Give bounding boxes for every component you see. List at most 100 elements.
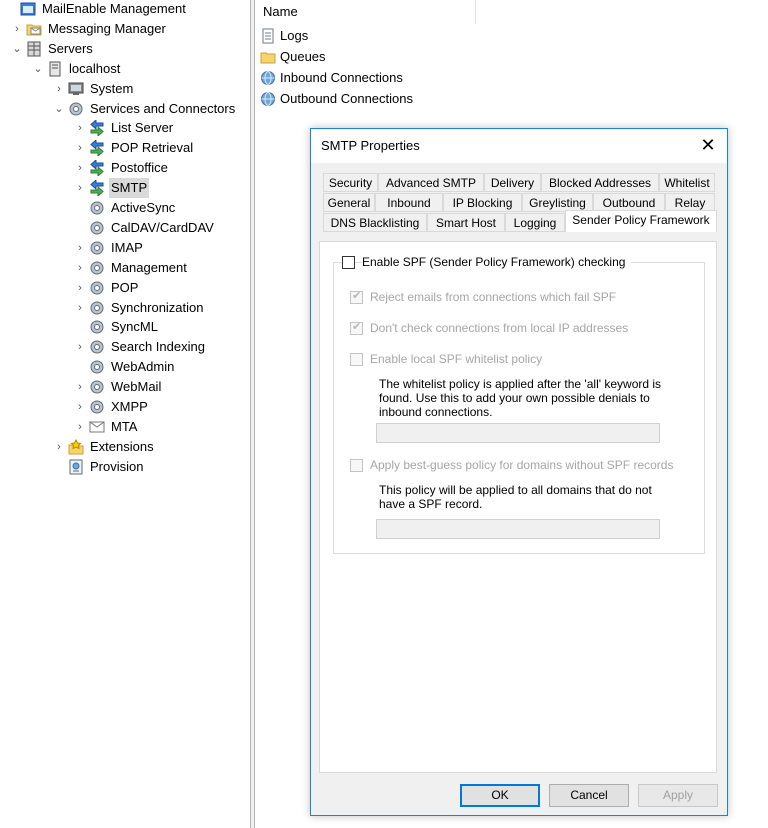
tree-item-label: System bbox=[90, 80, 134, 96]
list-item-label: Inbound Connections bbox=[280, 70, 403, 85]
no-expander bbox=[73, 218, 87, 238]
folder-icon bbox=[260, 52, 276, 64]
tab-whitelist[interactable]: Whitelist bbox=[659, 173, 715, 192]
chevron-right-icon[interactable]: › bbox=[52, 79, 66, 99]
chevron-down-icon[interactable]: ⌄ bbox=[31, 59, 45, 79]
chevron-right-icon[interactable]: › bbox=[73, 278, 87, 298]
apply-button[interactable]: Apply bbox=[638, 784, 718, 807]
tab-sender-policy-framework[interactable]: Sender Policy Framework bbox=[565, 210, 717, 232]
tree-item-label: Postoffice bbox=[111, 160, 168, 176]
tab-logging[interactable]: Logging bbox=[505, 213, 565, 232]
gear-icon bbox=[90, 281, 104, 295]
tab-general[interactable]: General bbox=[323, 193, 375, 212]
connector-arrows-icon bbox=[90, 140, 104, 157]
dont-check-local-label: Don't check connections from local IP ad… bbox=[370, 321, 629, 335]
chevron-right-icon[interactable]: › bbox=[52, 437, 66, 457]
tab-dns-blacklisting[interactable]: DNS Blacklisting bbox=[323, 213, 427, 232]
connector-arrows-icon bbox=[90, 180, 104, 197]
tree-item-label: Servers bbox=[48, 40, 93, 56]
tree-item-label: POP Retrieval bbox=[111, 140, 194, 156]
chevron-right-icon[interactable]: › bbox=[73, 118, 87, 138]
connector-arrows-icon bbox=[90, 120, 104, 137]
connector-arrows-icon bbox=[90, 160, 104, 177]
log-file-icon bbox=[262, 28, 274, 44]
tab-page: Enable SPF (Sender Policy Framework) che… bbox=[319, 241, 717, 773]
tab-blocked-addresses[interactable]: Blocked Addresses bbox=[541, 173, 659, 192]
best-guess-checkbox[interactable] bbox=[350, 459, 363, 472]
best-guess-label: Apply best-guess policy for domains with… bbox=[370, 458, 674, 472]
chevron-right-icon[interactable]: › bbox=[73, 377, 87, 397]
tree-pane: MailEnable Management › Messaging Manager ⌄… bbox=[0, 0, 250, 828]
close-icon[interactable]: ✕ bbox=[695, 133, 721, 159]
best-guess-policy-input[interactable] bbox=[376, 519, 660, 539]
chevron-right-icon[interactable]: › bbox=[10, 19, 24, 39]
ok-button[interactable]: OK bbox=[460, 784, 540, 807]
chevron-right-icon[interactable]: › bbox=[73, 238, 87, 258]
host-icon bbox=[49, 61, 61, 77]
mail-agent-icon bbox=[89, 421, 105, 433]
tab-delivery[interactable]: Delivery bbox=[484, 173, 541, 192]
tree-item-label: MTA bbox=[111, 418, 138, 434]
tree-item-label: Extensions bbox=[90, 438, 154, 454]
best-guess-note: This policy will be applied to all domai… bbox=[379, 483, 652, 511]
tree-item-label: ActiveSync bbox=[111, 200, 176, 215]
extensions-icon bbox=[68, 438, 84, 455]
chevron-right-icon[interactable]: › bbox=[73, 138, 87, 158]
globe-icon bbox=[261, 92, 275, 106]
tree-item-label: MailEnable Management bbox=[42, 1, 186, 16]
tree-item-label: SyncML bbox=[111, 319, 158, 335]
dialog-title: SMTP Properties bbox=[321, 138, 420, 153]
tab-advanced-smtp[interactable]: Advanced SMTP bbox=[378, 173, 484, 192]
chevron-right-icon[interactable]: › bbox=[73, 158, 87, 178]
tree-item-label: POP bbox=[111, 279, 139, 295]
gear-icon bbox=[90, 380, 104, 394]
chevron-down-icon[interactable]: ⌄ bbox=[52, 99, 66, 119]
gear-icon bbox=[90, 221, 104, 235]
gear-icon bbox=[90, 261, 104, 275]
spf-group-box: Enable SPF (Sender Policy Framework) che… bbox=[333, 255, 705, 554]
whitelist-policy-input[interactable] bbox=[376, 423, 660, 443]
chevron-right-icon[interactable]: › bbox=[73, 298, 87, 318]
tree-item-label: Search Indexing bbox=[111, 339, 205, 355]
reject-fail-checkbox[interactable]: ✔ bbox=[350, 290, 363, 304]
tree-item-label: IMAP bbox=[111, 239, 143, 255]
tab-smart-host[interactable]: Smart Host bbox=[427, 213, 505, 232]
list-item-label: Queues bbox=[280, 49, 326, 64]
gear-icon bbox=[90, 201, 104, 215]
tree-item-label: Provision bbox=[90, 458, 144, 474]
tree-item-label: Management bbox=[111, 259, 187, 275]
list-item-label: Logs bbox=[280, 28, 309, 43]
name-column-header[interactable]: Name bbox=[256, 0, 476, 24]
chevron-right-icon[interactable]: › bbox=[73, 258, 87, 278]
gear-icon bbox=[69, 102, 83, 115]
gear-icon bbox=[90, 241, 104, 255]
list-item-label: Outbound Connections bbox=[280, 91, 413, 106]
management-console-icon bbox=[20, 2, 36, 16]
whitelist-note: The whitelist policy is applied after th… bbox=[379, 377, 662, 419]
dont-check-local-checkbox[interactable]: ✔ bbox=[350, 321, 363, 335]
chevron-right-icon[interactable]: › bbox=[73, 178, 87, 198]
envelope-folder-icon bbox=[26, 24, 42, 36]
tab-security[interactable]: Security bbox=[323, 173, 378, 192]
enable-whitelist-label: Enable local SPF whitelist policy bbox=[370, 352, 543, 366]
tree-item-label: List Server bbox=[111, 120, 174, 136]
enable-spf-checkbox[interactable] bbox=[342, 256, 355, 269]
chevron-right-icon[interactable]: › bbox=[73, 337, 87, 357]
no-expander bbox=[73, 198, 87, 218]
gear-icon bbox=[90, 320, 104, 334]
gear-icon bbox=[90, 301, 104, 314]
smtp-properties-dialog: SMTP Properties ✕ Security Advanced SMTP… bbox=[310, 128, 728, 816]
tree-item-label: WebAdmin bbox=[111, 359, 175, 375]
enable-whitelist-checkbox[interactable] bbox=[350, 353, 363, 366]
tree-item-label: Messaging Manager bbox=[48, 20, 166, 36]
chevron-right-icon[interactable]: › bbox=[73, 417, 87, 437]
tab-inbound[interactable]: Inbound bbox=[375, 193, 443, 212]
chevron-down-icon[interactable]: ⌄ bbox=[10, 39, 24, 59]
pane-splitter[interactable] bbox=[250, 0, 255, 828]
tree-item-label: XMPP bbox=[111, 399, 148, 414]
chevron-right-icon[interactable]: › bbox=[73, 397, 87, 417]
no-expander bbox=[52, 457, 66, 477]
checkmark-icon: ✔ bbox=[352, 321, 362, 333]
tab-ip-blocking[interactable]: IP Blocking bbox=[443, 193, 522, 212]
cancel-button[interactable]: Cancel bbox=[549, 784, 629, 807]
